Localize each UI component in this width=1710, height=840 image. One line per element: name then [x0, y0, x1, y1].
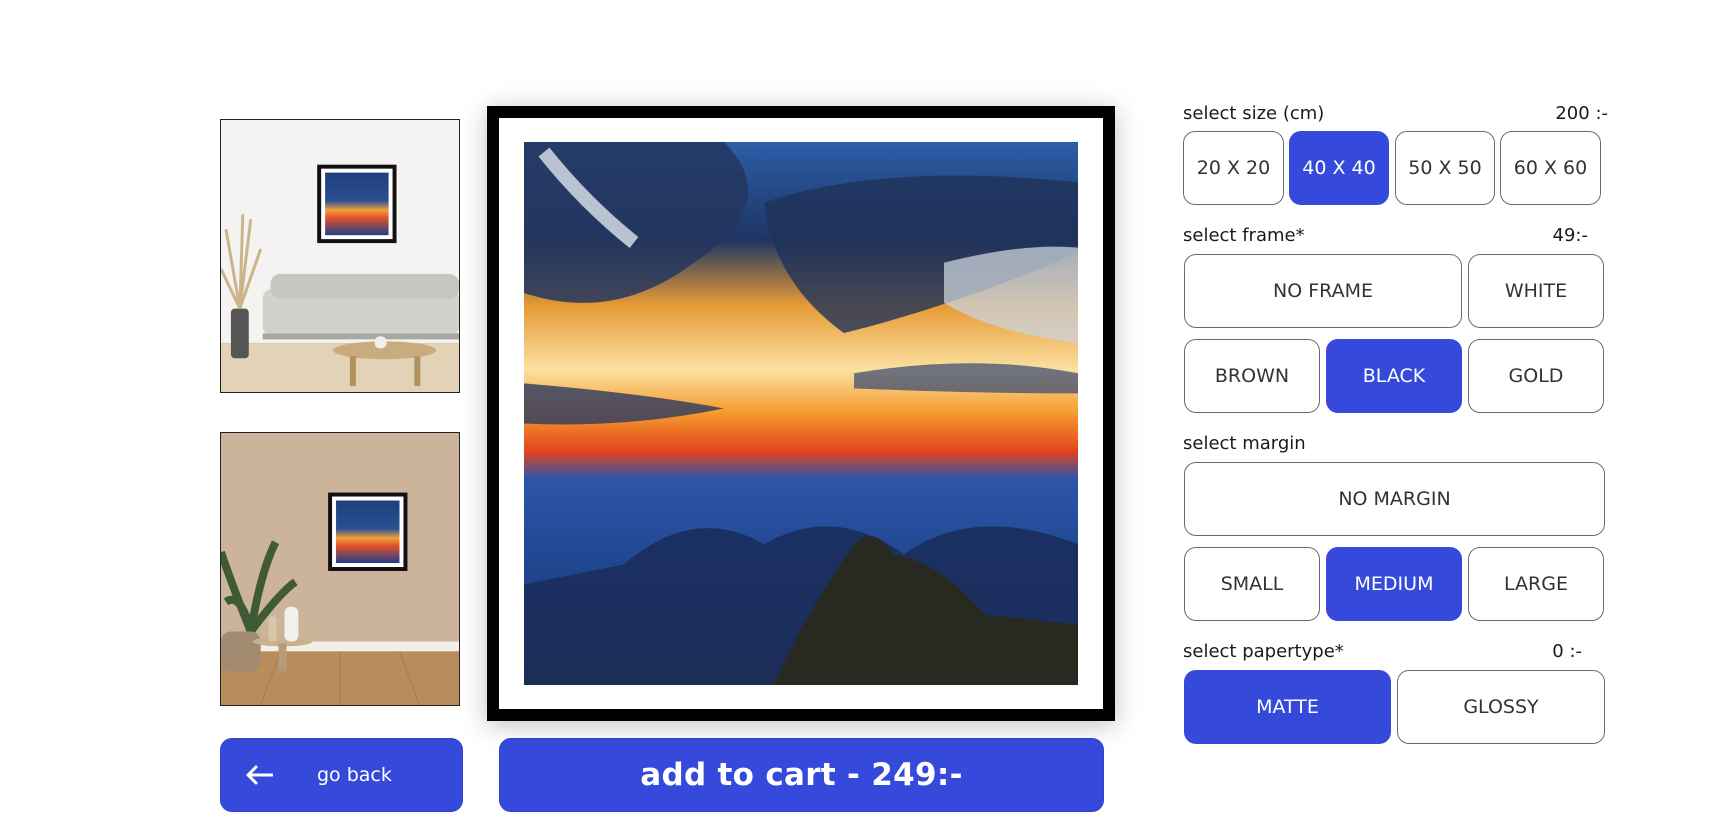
arrow-left-icon [245, 765, 275, 785]
size-label: select size (cm) [1183, 103, 1325, 124]
frame-option-no-frame[interactable]: NO FRAME [1184, 254, 1462, 328]
margin-label: select margin [1183, 433, 1306, 454]
margin-option-small[interactable]: SMALL [1184, 547, 1320, 621]
papertype-option-glossy[interactable]: GLOSSY [1397, 670, 1605, 744]
sunset-painting-image [524, 142, 1078, 685]
go-back-label: go back [317, 764, 392, 786]
frame-option-white[interactable]: WHITE [1468, 254, 1604, 328]
size-option-20x20[interactable]: 20 X 20 [1183, 131, 1284, 205]
add-to-cart-button[interactable]: add to cart - 249:- [499, 738, 1104, 812]
room-preview-icon [221, 433, 459, 705]
room-preview-thumbnail-2[interactable] [220, 432, 460, 706]
artwork-preview [487, 106, 1115, 721]
frame-option-brown[interactable]: BROWN [1184, 339, 1320, 413]
papertype-option-matte[interactable]: MATTE [1184, 670, 1391, 744]
artwork-mat [499, 118, 1103, 709]
margin-option-no-margin[interactable]: NO MARGIN [1184, 462, 1605, 536]
frame-price: 49:- [1552, 225, 1588, 246]
size-price: 200 :- [1555, 103, 1608, 124]
frame-label: select frame* [1183, 225, 1305, 246]
room-preview-thumbnail-1[interactable] [220, 119, 460, 393]
go-back-button[interactable]: go back [220, 738, 463, 812]
papertype-label: select papertype* [1183, 641, 1344, 662]
margin-option-medium[interactable]: MEDIUM [1326, 547, 1462, 621]
frame-option-gold[interactable]: GOLD [1468, 339, 1604, 413]
room-preview-icon [221, 120, 459, 392]
margin-option-large[interactable]: LARGE [1468, 547, 1604, 621]
papertype-price: 0 :- [1552, 641, 1582, 662]
size-option-40x40[interactable]: 40 X 40 [1289, 131, 1389, 205]
frame-option-black[interactable]: BLACK [1326, 339, 1462, 413]
size-option-60x60[interactable]: 60 X 60 [1500, 131, 1601, 205]
size-option-50x50[interactable]: 50 X 50 [1395, 131, 1495, 205]
